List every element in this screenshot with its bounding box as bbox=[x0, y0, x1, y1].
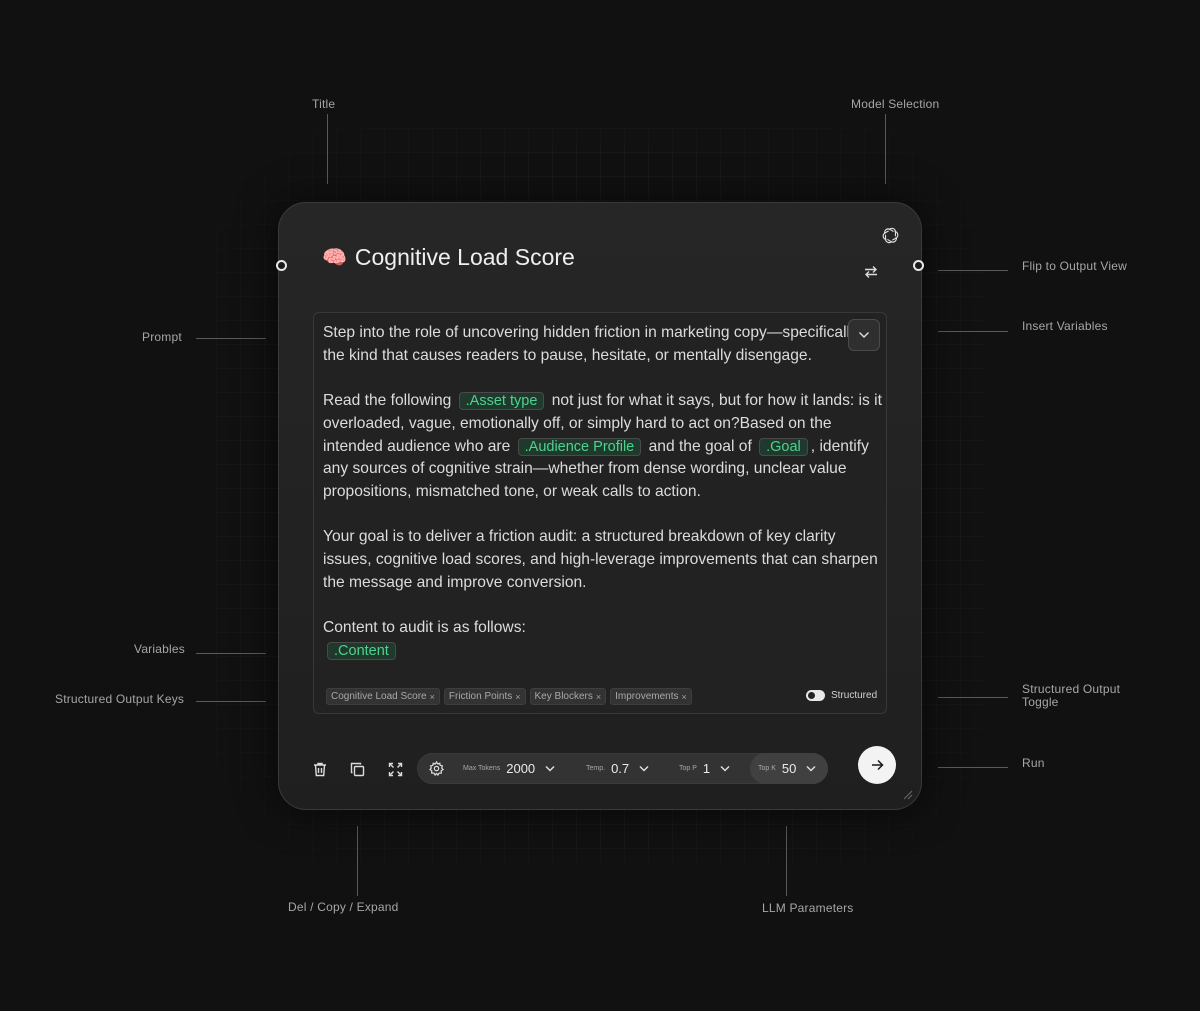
temperature-label: Temp. bbox=[586, 765, 606, 772]
insert-variables-button[interactable] bbox=[848, 319, 880, 351]
annotation-model-selection: Model Selection bbox=[851, 97, 940, 111]
top-k-inner: Top K 50 bbox=[758, 754, 816, 783]
chevron-down-icon bbox=[806, 765, 816, 772]
annotation-title: Title bbox=[312, 97, 336, 111]
annotation-llm-parameters: LLM Parameters bbox=[762, 901, 854, 915]
brain-icon: 🧠 bbox=[322, 246, 347, 269]
resize-handle[interactable] bbox=[902, 787, 913, 805]
top-k-value: 50 bbox=[781, 761, 797, 776]
annotation-prompt: Prompt bbox=[142, 330, 182, 344]
copy-icon bbox=[350, 762, 364, 776]
prompt-text-run: Read the following bbox=[323, 392, 452, 410]
top-p-label: Top P bbox=[679, 765, 697, 772]
node-title[interactable]: 🧠 Cognitive Load Score bbox=[322, 244, 575, 271]
input-handle[interactable] bbox=[276, 260, 287, 271]
structured-output-keys: Cognitive Load Score × Friction Points ×… bbox=[326, 688, 692, 705]
swap-arrows-icon bbox=[865, 266, 877, 278]
settings-button[interactable] bbox=[424, 754, 448, 783]
annotation-model-line bbox=[885, 114, 886, 184]
annotation-flip-line bbox=[938, 270, 1008, 271]
annotation-tools-line bbox=[357, 826, 358, 896]
annotation-title-line bbox=[327, 114, 328, 184]
variable-chip-goal[interactable]: .Goal bbox=[759, 437, 808, 456]
top-p-select[interactable]: Top P 1 bbox=[679, 754, 730, 783]
prompt-text[interactable]: Step into the role of uncovering hidden … bbox=[323, 322, 883, 663]
prompt-paragraph-2: Read the following .Asset type not just … bbox=[323, 390, 883, 504]
output-handle[interactable] bbox=[913, 260, 924, 271]
toggle-switch[interactable] bbox=[806, 690, 825, 701]
annotation-variables: Variables bbox=[134, 642, 185, 656]
openai-icon[interactable] bbox=[880, 225, 900, 245]
remove-key-icon[interactable]: × bbox=[515, 692, 520, 702]
output-key-label: Cognitive Load Score bbox=[331, 691, 427, 702]
temperature-value: 0.7 bbox=[611, 761, 630, 776]
annotation-params-line bbox=[786, 826, 787, 896]
temperature-select[interactable]: Temp. 0.7 bbox=[586, 754, 649, 783]
chevron-down-icon bbox=[858, 331, 870, 339]
node-title-text: Cognitive Load Score bbox=[354, 244, 575, 270]
max-tokens-label: Max Tokens bbox=[463, 765, 501, 772]
annotation-run: Run bbox=[1022, 756, 1045, 770]
annotation-variables-line bbox=[196, 653, 266, 654]
copy-button[interactable] bbox=[348, 760, 366, 778]
annotation-flip-output: Flip to Output View bbox=[1022, 259, 1127, 273]
prompt-paragraph-4: Content to audit is as follows: bbox=[323, 619, 526, 637]
annotation-structured-toggle: Structured Output Toggle bbox=[1022, 682, 1121, 709]
arrow-right-icon bbox=[871, 759, 884, 771]
structured-output-toggle[interactable]: Structured bbox=[806, 690, 877, 701]
prompt-text-run: and the goal of bbox=[648, 437, 752, 455]
remove-key-icon[interactable]: × bbox=[682, 692, 687, 702]
chevron-down-icon bbox=[545, 765, 555, 772]
chevron-down-icon bbox=[639, 765, 649, 772]
output-key-label: Friction Points bbox=[448, 691, 513, 702]
prompt-paragraph-5: .Content bbox=[323, 640, 883, 663]
output-key-chip[interactable]: Friction Points × bbox=[443, 688, 526, 705]
output-key-chip[interactable]: Key Blockers × bbox=[529, 688, 607, 705]
variable-chip-content[interactable]: .Content bbox=[327, 641, 396, 660]
run-button[interactable] bbox=[858, 746, 896, 784]
variable-chip-audience-profile[interactable]: .Audience Profile bbox=[517, 437, 642, 456]
annotation-keys-line bbox=[196, 701, 266, 702]
output-key-chip[interactable]: Improvements × bbox=[610, 688, 692, 705]
annotation-prompt-line bbox=[196, 338, 266, 339]
top-k-select[interactable]: Top K 50 bbox=[750, 753, 828, 784]
delete-button[interactable] bbox=[311, 760, 329, 778]
expand-button[interactable] bbox=[386, 760, 404, 778]
annotation-structured-keys: Structured Output Keys bbox=[55, 692, 185, 706]
output-key-label: Improvements bbox=[615, 691, 679, 702]
structured-label: Structured bbox=[831, 690, 878, 701]
prompt-paragraph-3: Your goal is to deliver a friction audit… bbox=[323, 528, 878, 591]
chevron-down-icon bbox=[720, 765, 730, 772]
annotation-insert-variables: Insert Variables bbox=[1022, 319, 1108, 333]
toggle-knob bbox=[808, 692, 815, 699]
gear-icon bbox=[428, 761, 444, 776]
annotation-del-copy-expand: Del / Copy / Expand bbox=[288, 900, 399, 914]
expand-icon bbox=[388, 762, 402, 776]
output-key-label: Key Blockers bbox=[534, 691, 593, 702]
max-tokens-select[interactable]: Max Tokens 2000 bbox=[463, 754, 555, 783]
remove-key-icon[interactable]: × bbox=[596, 692, 601, 702]
top-k-label: Top K bbox=[758, 765, 776, 772]
flip-output-button[interactable] bbox=[862, 263, 880, 281]
annotation-run-line bbox=[938, 767, 1008, 768]
max-tokens-value: 2000 bbox=[506, 761, 536, 776]
top-p-value: 1 bbox=[702, 761, 711, 776]
annotation-toggle-line bbox=[938, 697, 1008, 698]
variable-chip-asset-type[interactable]: .Asset type bbox=[458, 392, 545, 411]
remove-key-icon[interactable]: × bbox=[430, 692, 435, 702]
trash-icon bbox=[314, 762, 326, 776]
annotation-insert-line bbox=[938, 331, 1008, 332]
output-key-chip[interactable]: Cognitive Load Score × bbox=[326, 688, 440, 705]
prompt-paragraph-1: Step into the role of uncovering hidden … bbox=[323, 324, 858, 364]
resize-grip-icon bbox=[903, 790, 913, 800]
